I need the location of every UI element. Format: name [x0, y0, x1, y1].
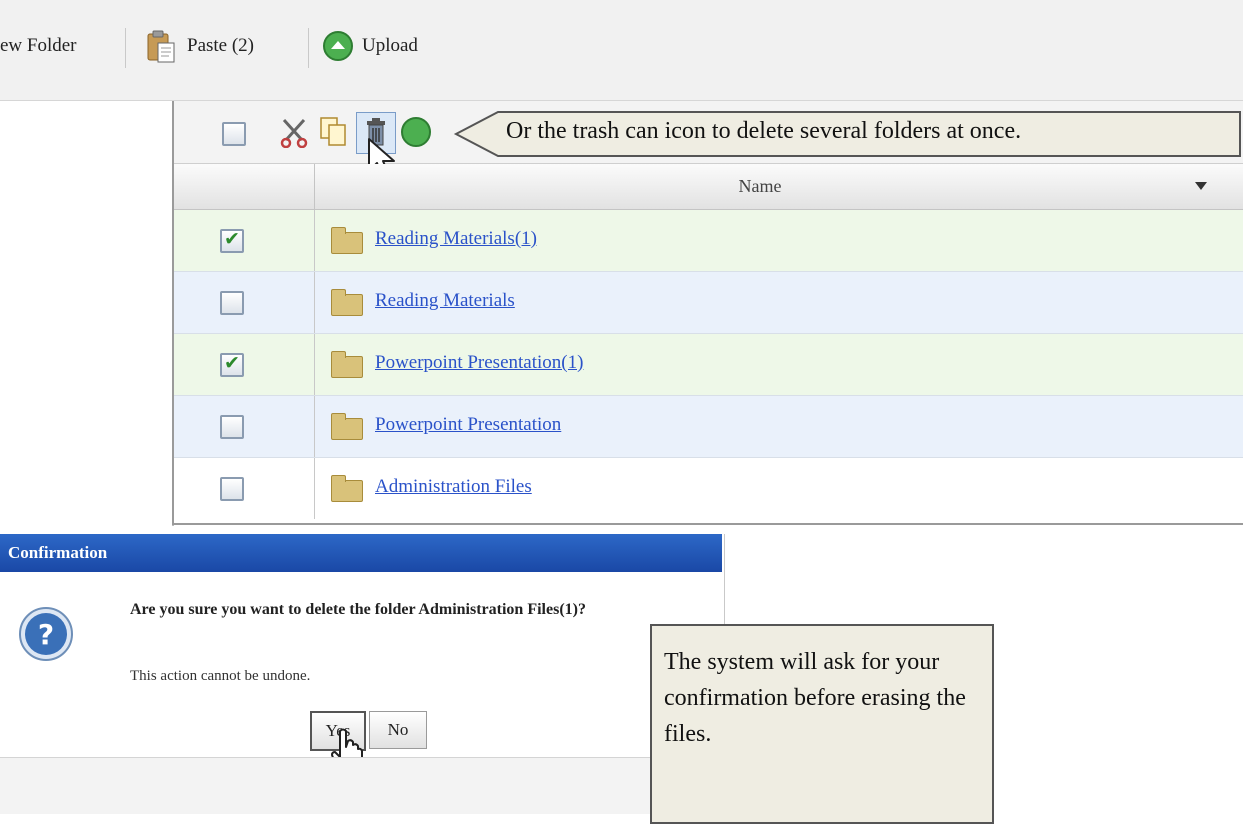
folder-tree-pane	[0, 101, 174, 526]
file-grid: Name Reading Materials(1) Reading Materi…	[172, 101, 1243, 525]
paste-label: Paste (2)	[187, 35, 255, 56]
dialog-note: This action cannot be undone.	[130, 668, 311, 684]
folder-icon	[331, 227, 363, 254]
folder-link[interactable]: Powerpoint Presentation	[375, 414, 561, 436]
name-column-label: Name	[738, 176, 782, 196]
no-button[interactable]: No	[369, 711, 427, 749]
folder-link[interactable]: Powerpoint Presentation(1)	[375, 352, 583, 374]
file-toolbar: ew Folder Paste (2) Upload	[0, 0, 1243, 101]
name-column-header[interactable]: Name	[315, 164, 1205, 209]
folder-link[interactable]: Reading Materials	[375, 290, 515, 312]
upload-label: Upload	[362, 35, 418, 56]
row-checkbox[interactable]	[220, 477, 244, 501]
table-row[interactable]: Administration Files	[174, 458, 1243, 519]
new-folder-label: ew Folder	[0, 35, 77, 56]
folder-icon	[331, 475, 363, 502]
row-checkbox[interactable]	[220, 352, 244, 377]
row-checkbox-cell	[174, 334, 315, 395]
row-checkbox[interactable]	[220, 291, 244, 315]
row-checkbox-cell	[174, 458, 315, 519]
table-row[interactable]: Reading Materials(1)	[174, 210, 1243, 272]
row-checkbox[interactable]	[220, 415, 244, 439]
confirm-callout-text: The system will ask for your confirmatio…	[664, 649, 966, 747]
toolbar-divider	[125, 28, 126, 68]
grid-header: Name	[174, 164, 1243, 210]
checkbox-column-header	[174, 164, 315, 209]
sort-arrow-icon[interactable]	[1194, 181, 1208, 191]
folder-link[interactable]: Reading Materials(1)	[375, 228, 537, 250]
row-checkbox[interactable]	[220, 228, 244, 253]
folder-link[interactable]: Administration Files	[375, 476, 532, 498]
scissors-icon[interactable]	[278, 118, 312, 148]
upload-icon	[323, 31, 353, 61]
confirm-callout: The system will ask for your confirmatio…	[650, 624, 994, 824]
table-row[interactable]: Powerpoint Presentation	[174, 396, 1243, 458]
table-row[interactable]: Reading Materials	[174, 272, 1243, 334]
row-checkbox-cell	[174, 396, 315, 457]
copy-icon[interactable]	[319, 116, 349, 148]
dialog-footer	[0, 757, 722, 814]
upload-button[interactable]: Upload	[322, 28, 418, 64]
paste-button[interactable]: Paste (2)	[145, 28, 254, 64]
restore-icon[interactable]	[400, 116, 432, 148]
new-folder-button[interactable]: ew Folder	[0, 28, 77, 64]
folder-icon	[331, 289, 363, 316]
confirmation-dialog: Confirmation ? Are you sure you want to …	[0, 534, 725, 824]
svg-text:?: ?	[38, 618, 54, 651]
trash-callout-text: Or the trash can icon to delete several …	[506, 118, 1022, 144]
no-button-label: No	[387, 720, 409, 739]
row-checkbox-cell	[174, 272, 315, 333]
dialog-message: Are you sure you want to delete the fold…	[130, 601, 586, 618]
dialog-titlebar: Confirmation	[0, 534, 722, 572]
folder-icon	[331, 351, 363, 378]
clipboard-icon	[147, 30, 175, 63]
folder-icon	[331, 413, 363, 440]
question-icon: ?	[19, 607, 73, 661]
toolbar-divider	[308, 28, 309, 68]
table-row[interactable]: Powerpoint Presentation(1)	[174, 334, 1243, 396]
dialog-title: Confirmation	[8, 543, 108, 562]
row-checkbox-cell	[174, 210, 315, 271]
select-all-checkbox[interactable]	[222, 122, 246, 146]
